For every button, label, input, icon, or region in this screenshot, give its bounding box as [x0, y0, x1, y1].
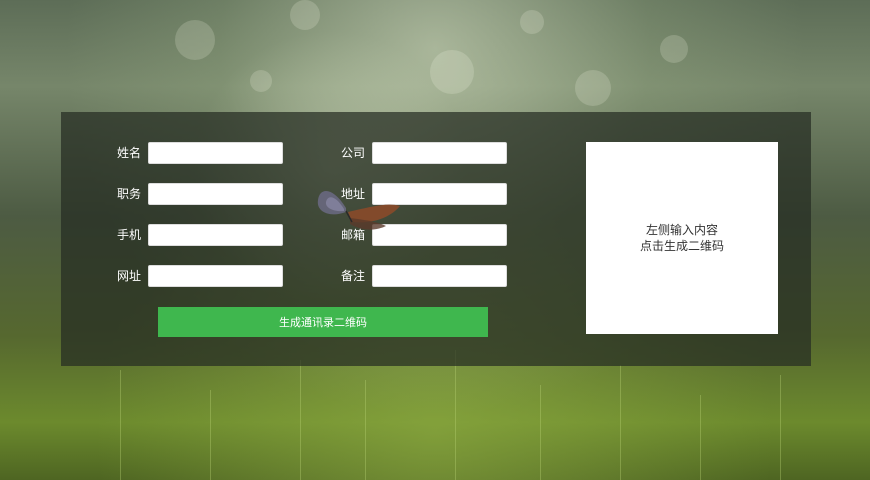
phone-input[interactable] — [148, 224, 283, 246]
vcard-form-panel: 姓名 职务 手机 网址 公司 地址 邮箱 备注 生成通讯录二维码 左侧输入内容 … — [61, 112, 811, 366]
field-label-title: 职务 — [116, 187, 141, 201]
field-label-website: 网址 — [116, 269, 141, 283]
note-input[interactable] — [372, 265, 507, 287]
qr-preview-box: 左侧输入内容 点击生成二维码 — [586, 142, 778, 334]
company-input[interactable] — [372, 142, 507, 164]
job-title-input[interactable] — [148, 183, 283, 205]
field-label-phone: 手机 — [116, 228, 141, 242]
field-label-company: 公司 — [340, 146, 365, 160]
name-input[interactable] — [148, 142, 283, 164]
field-label-name: 姓名 — [116, 146, 141, 160]
website-input[interactable] — [148, 265, 283, 287]
field-label-note: 备注 — [340, 269, 365, 283]
qr-hint-line2: 点击生成二维码 — [639, 239, 724, 253]
qr-hint-line1: 左侧输入内容 — [645, 223, 718, 237]
butterfly-icon — [317, 190, 400, 230]
generate-qr-button[interactable]: 生成通讯录二维码 — [158, 307, 488, 337]
